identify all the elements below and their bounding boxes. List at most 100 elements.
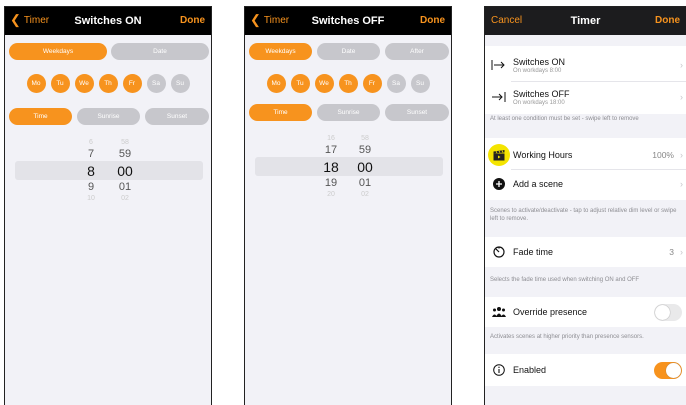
picker-minute: 59 [358, 144, 372, 156]
scenes-group: Working Hours 100% › Add a scene › [485, 138, 686, 200]
picker-row: 9 01 [5, 181, 211, 196]
day-su[interactable]: Su [170, 74, 190, 93]
day-su[interactable]: Su [410, 74, 430, 93]
done-button[interactable]: Done [180, 15, 205, 26]
working-hours-label: Working Hours [513, 150, 573, 160]
segment-time[interactable]: Time [249, 104, 312, 121]
fade-time-value: 3 [669, 247, 674, 257]
people-icon [487, 306, 511, 318]
time-picker[interactable]: 16 58 17 59 18 00 19 01 20 02 [245, 133, 451, 203]
switch-on-row[interactable]: Switches ON On workdays 8:00 › [485, 50, 686, 80]
day-th[interactable]: Th [98, 74, 118, 93]
chevron-right-icon: › [680, 92, 683, 102]
segment-sunset[interactable]: Sunset [385, 104, 449, 121]
switch-off-row[interactable]: Switches OFF On workdays 18:00 › [485, 82, 686, 112]
back-button[interactable]: ❮ Timer [10, 12, 50, 27]
day-tu[interactable]: Tu [290, 74, 310, 93]
picker-minute: 00 [117, 163, 133, 179]
working-hours-level: 100% [652, 150, 674, 160]
chevron-left-icon: ❮ [10, 12, 21, 27]
picker-minute: 02 [121, 195, 129, 202]
scenes-note: Scenes to activate/deactivate - tap to a… [490, 208, 677, 222]
picker-row-selected: 8 00 [5, 163, 211, 179]
segment-weekdays[interactable]: Weekdays [249, 43, 312, 60]
picker-hour: 19 [324, 177, 338, 189]
day-sa[interactable]: Sa [146, 74, 166, 93]
segment-date[interactable]: Date [111, 43, 209, 60]
fade-group: Fade time 3 › [485, 237, 686, 267]
fade-time-row[interactable]: Fade time 3 › [485, 238, 686, 266]
screen-title: Timer [570, 15, 601, 27]
picker-minute: 59 [118, 148, 132, 160]
day-fr[interactable]: Fr [122, 74, 142, 93]
day-we[interactable]: We [74, 74, 94, 93]
done-button[interactable]: Done [420, 15, 445, 26]
info-icon [487, 364, 511, 376]
picker-minute: 02 [361, 191, 369, 198]
enabled-row: Enabled [485, 356, 686, 384]
switch-on-label: Switches ON [513, 56, 566, 67]
override-note: Activates scenes at higher priority than… [490, 334, 644, 340]
segment-time[interactable]: Time [9, 108, 72, 125]
screen-title: Switches OFF [311, 15, 385, 27]
picker-hour: 9 [87, 181, 95, 193]
timer-screen: Cancel Timer Done Switches ON On workday… [484, 6, 686, 405]
day-mo[interactable]: Mo [266, 74, 286, 93]
add-scene-row[interactable]: Add a scene › [485, 170, 686, 197]
back-button[interactable]: ❮ Timer [250, 13, 290, 26]
switch-on-schedule: On workdays 8:00 [513, 67, 562, 74]
picker-hour: 18 [323, 159, 339, 175]
picker-row: 19 01 [245, 177, 451, 192]
switches-off-screen: ❮ Timer Switches OFF Done Weekdays Date … [244, 6, 452, 405]
switch-group: Switches ON On workdays 8:00 › Switches … [485, 46, 686, 114]
plus-circle-icon [487, 177, 511, 190]
day-sa[interactable]: Sa [386, 74, 406, 93]
segment-weekdays[interactable]: Weekdays [9, 43, 107, 60]
segment-sunrise[interactable]: Sunrise [77, 108, 140, 125]
working-hours-row[interactable]: Working Hours 100% › [485, 142, 686, 168]
picker-row: 17 59 [245, 144, 451, 159]
day-we[interactable]: We [314, 74, 334, 93]
segment-sunrise[interactable]: Sunrise [317, 104, 380, 121]
picker-hour: 10 [87, 195, 95, 202]
picker-row-selected: 18 00 [245, 159, 451, 175]
toggle-knob [655, 304, 670, 320]
condition-note: At least one condition must be set - swi… [490, 116, 639, 122]
back-label: Timer [23, 14, 50, 26]
enabled-toggle[interactable] [654, 361, 682, 379]
segment-after[interactable]: After [385, 43, 449, 60]
clapperboard-icon [487, 144, 511, 166]
chevron-right-icon: › [680, 247, 683, 257]
segment-date[interactable]: Date [317, 43, 380, 60]
day-mo[interactable]: Mo [26, 74, 46, 93]
back-label: Timer [263, 14, 290, 26]
switch-off-label: Switches OFF [513, 88, 570, 99]
day-tu[interactable]: Tu [50, 74, 70, 93]
picker-hour: 20 [327, 191, 335, 198]
enabled-label: Enabled [513, 365, 547, 375]
switches-on-screen: ❮ Timer Switches ON Done Weekdays Date M… [4, 6, 212, 405]
picker-minute: 00 [357, 159, 373, 175]
done-button[interactable]: Done [655, 15, 680, 26]
chevron-right-icon: › [680, 150, 683, 160]
add-scene-label: Add a scene [513, 178, 564, 189]
timer-icon [487, 246, 511, 258]
day-th[interactable]: Th [338, 74, 358, 93]
weekday-selector: Mo Tu We Th Fr Sa Su [245, 74, 451, 93]
enabled-group: Enabled [485, 354, 686, 386]
segment-sunset[interactable]: Sunset [145, 108, 209, 125]
chevron-right-icon: › [680, 60, 683, 70]
picker-hour: 17 [324, 144, 338, 156]
picker-hour: 8 [87, 163, 95, 179]
toggle-knob [666, 362, 681, 378]
presence-group: Override presence [485, 297, 686, 327]
time-picker[interactable]: 6 58 7 59 8 00 9 01 10 02 [5, 137, 211, 207]
picker-row: 20 02 [245, 191, 451, 206]
override-presence-row: Override presence [485, 298, 686, 326]
arrow-to-bar-right-icon [487, 59, 511, 71]
cancel-button[interactable]: Cancel [491, 15, 522, 26]
picker-hour: 7 [87, 148, 95, 160]
override-presence-label: Override presence [513, 307, 588, 317]
day-fr[interactable]: Fr [362, 74, 382, 93]
override-presence-toggle[interactable] [654, 303, 682, 321]
